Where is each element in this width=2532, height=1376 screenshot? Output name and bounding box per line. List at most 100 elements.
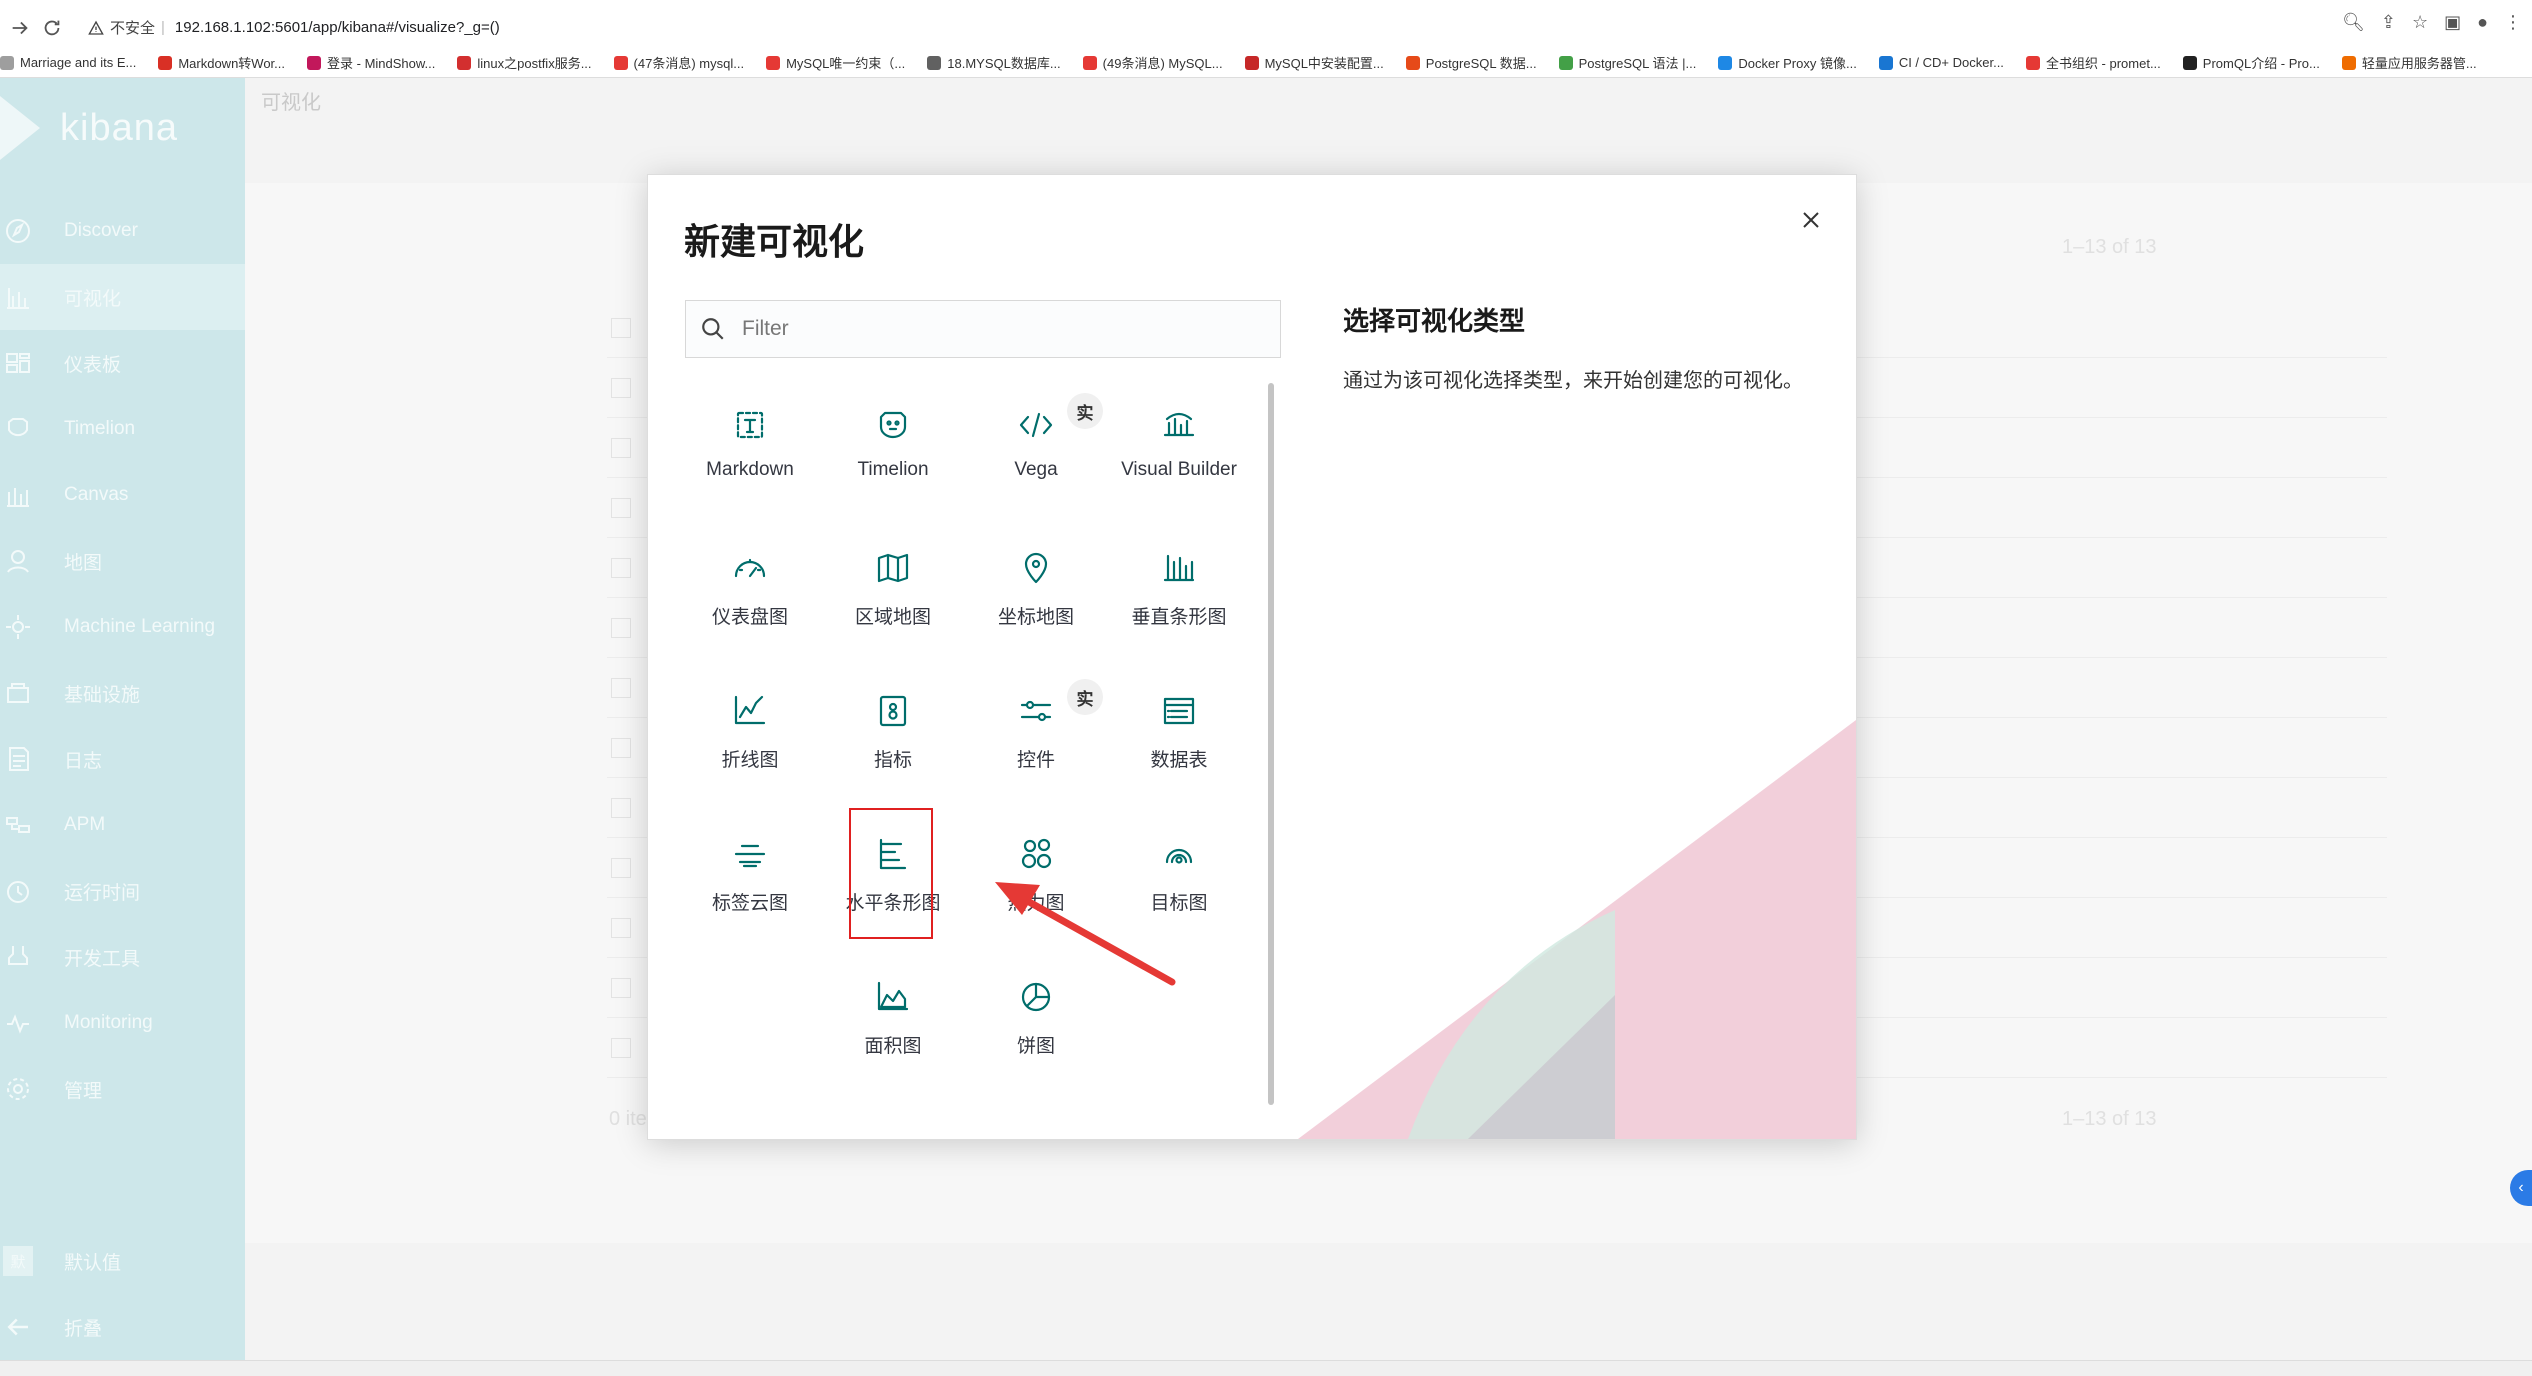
- forward-button[interactable]: [4, 12, 36, 44]
- sidebar-item[interactable]: Machine Learning: [0, 594, 245, 660]
- os-taskbar: [0, 1360, 2532, 1376]
- visual-builder-icon: [1157, 403, 1201, 447]
- vis-type-data-table[interactable]: 数据表: [1114, 669, 1244, 799]
- bookmark-item[interactable]: 登录 - MindShow...: [307, 53, 435, 72]
- sidebar-item[interactable]: Timelion: [0, 396, 245, 462]
- info-pane: 选择可视化类型 通过为该可视化选择类型，来开始创建您的可视化。: [1343, 301, 1813, 397]
- vis-type-label: 目标图: [1150, 893, 1208, 914]
- pagination-count-bottom: 1–13 of 13: [2062, 1108, 2157, 1130]
- zoom-icon[interactable]: 🔍︎: [2342, 12, 2365, 33]
- bookmark-label: Marriage and its E...: [20, 55, 137, 70]
- vis-type-tag-cloud[interactable]: 标签云图: [685, 812, 815, 942]
- vis-type-pie-chart[interactable]: 饼图: [971, 955, 1101, 1085]
- vis-type-line-chart[interactable]: 折线图: [685, 669, 815, 799]
- menu-icon[interactable]: ⋮: [2504, 12, 2522, 33]
- filter-input[interactable]: [740, 316, 1264, 342]
- vis-type-heatmap[interactable]: 热力图: [971, 812, 1101, 942]
- bookmark-item[interactable]: (47条消息) mysql...: [613, 53, 744, 72]
- bookmark-item[interactable]: linux之postfix服务...: [457, 53, 592, 72]
- security-indicator[interactable]: 不安全 |: [88, 17, 165, 38]
- kibana-logo[interactable]: kibana: [0, 88, 245, 168]
- bookmark-item[interactable]: 轻量应用服务器管...: [2341, 53, 2477, 72]
- bookmark-item[interactable]: CI / CD+ Docker...: [1878, 55, 2004, 70]
- sidebar-item-icon: [0, 609, 36, 645]
- bookmark-item[interactable]: Markdown转Wor...: [158, 53, 285, 72]
- vis-type-visual-builder[interactable]: Visual Builder: [1114, 383, 1244, 513]
- sidebar-item[interactable]: 基础设施: [0, 660, 245, 726]
- bookmark-favicon-icon: [1405, 55, 1420, 70]
- collapse-button[interactable]: 折叠: [0, 1294, 245, 1360]
- bookmark-favicon-icon: [0, 55, 14, 70]
- bookmark-favicon-icon: [1878, 55, 1893, 70]
- vis-type-goal[interactable]: 目标图: [1114, 812, 1244, 942]
- vis-type-vertical-bar[interactable]: 垂直条形图: [1114, 526, 1244, 656]
- vis-type-label: Timelion: [857, 459, 929, 480]
- search-icon: [702, 318, 724, 340]
- vis-type-timelion[interactable]: Timelion: [828, 383, 958, 513]
- row-checkbox: [611, 1038, 631, 1058]
- kibana-logo-mark: [0, 96, 40, 160]
- sidebar-item[interactable]: 日志: [0, 726, 245, 792]
- vis-type-controls[interactable]: 控件 实: [971, 669, 1103, 799]
- sidebar-item[interactable]: 开发工具: [0, 924, 245, 990]
- bookmark-item[interactable]: 18.MYSQL数据库...: [927, 53, 1061, 72]
- bookmark-item[interactable]: PostgreSQL 数据...: [1405, 53, 1537, 72]
- collapse-icon: [0, 1309, 36, 1345]
- bookmark-item[interactable]: Docker Proxy 镜像...: [1718, 53, 1857, 72]
- reload-button[interactable]: [36, 12, 68, 44]
- vis-type-markdown[interactable]: Markdown: [685, 383, 815, 513]
- sidepanel-icon[interactable]: ▣: [2444, 12, 2461, 33]
- area-chart-icon: [871, 975, 915, 1019]
- markdown-icon: [728, 403, 772, 447]
- security-label: 不安全: [110, 20, 156, 37]
- bookmark-item[interactable]: 全书组织 - promet...: [2025, 53, 2161, 72]
- share-icon[interactable]: ⇪: [2381, 12, 2396, 33]
- sidebar-item[interactable]: APM: [0, 792, 245, 858]
- sidebar-item[interactable]: Monitoring: [0, 990, 245, 1056]
- sidebar-item[interactable]: 地图: [0, 528, 245, 594]
- filter-field[interactable]: [685, 300, 1281, 358]
- bookmark-label: PostgreSQL 语法 |...: [1578, 56, 1697, 71]
- profile-icon[interactable]: ●: [2477, 12, 2488, 33]
- vis-type-metric[interactable]: 指标: [828, 669, 958, 799]
- vis-type-vega[interactable]: Vega 实: [971, 383, 1103, 513]
- grid-scrollbar[interactable]: [1268, 383, 1274, 1105]
- bookmark-item[interactable]: PromQL介绍 - Pro...: [2182, 53, 2320, 72]
- vis-type-coordinate-map[interactable]: 坐标地图: [971, 526, 1101, 656]
- highlight-box: [849, 808, 933, 939]
- row-checkbox: [611, 738, 631, 758]
- user-menu[interactable]: 默 默认值: [0, 1228, 245, 1294]
- star-icon[interactable]: ☆: [2412, 12, 2428, 33]
- bookmark-item[interactable]: Marriage and its E...: [0, 55, 136, 70]
- bookmark-item[interactable]: (49条消息) MySQL...: [1082, 53, 1223, 72]
- vis-type-area-chart[interactable]: 面积图: [828, 955, 958, 1085]
- vis-type-region-map[interactable]: 区域地图: [828, 526, 958, 656]
- close-button[interactable]: [1796, 205, 1826, 235]
- bookmark-favicon-icon: [1082, 55, 1097, 70]
- bookmark-item[interactable]: PostgreSQL 语法 |...: [1558, 53, 1697, 72]
- close-icon: [1803, 212, 1819, 228]
- row-checkbox: [611, 558, 631, 578]
- sidebar-item[interactable]: 运行时间: [0, 858, 245, 924]
- bookmark-item[interactable]: MySQL唯一约束（...: [766, 53, 905, 72]
- address-bar[interactable]: 不安全 | 192.168.1.102:5601/app/kibana#/vis…: [88, 10, 2288, 46]
- bookmark-item[interactable]: MySQL中安装配置...: [1244, 53, 1384, 72]
- sidebar-item-label: Discover: [64, 220, 138, 241]
- timelion-icon: [871, 403, 915, 447]
- bookmark-label: 登录 - MindShow...: [327, 56, 436, 71]
- sidebar-item[interactable]: Canvas: [0, 462, 245, 528]
- url-text[interactable]: 192.168.1.102:5601/app/kibana#/visualize…: [175, 19, 500, 36]
- coordinate-map-icon: [1014, 546, 1058, 590]
- items-per-page-label: 0 ite: [609, 1108, 647, 1130]
- vis-type-gauge[interactable]: 仪表盘图: [685, 526, 815, 656]
- goal-icon: [1157, 832, 1201, 876]
- sidebar-item[interactable]: 仪表板: [0, 330, 245, 396]
- warning-icon: [88, 20, 104, 35]
- sidebar-item[interactable]: 管理: [0, 1056, 245, 1122]
- sidebar-item[interactable]: Discover: [0, 198, 245, 264]
- modal-title: 新建可视化: [684, 221, 865, 262]
- sidebar-item[interactable]: 可视化: [0, 264, 245, 330]
- bookmark-favicon-icon: [2341, 55, 2356, 70]
- sidebar: kibana Discover 可视化 仪表板 Timelion Canvas 地图 Mac…: [0, 78, 245, 1360]
- bookmark-label: Docker Proxy 镜像...: [1738, 56, 1857, 71]
